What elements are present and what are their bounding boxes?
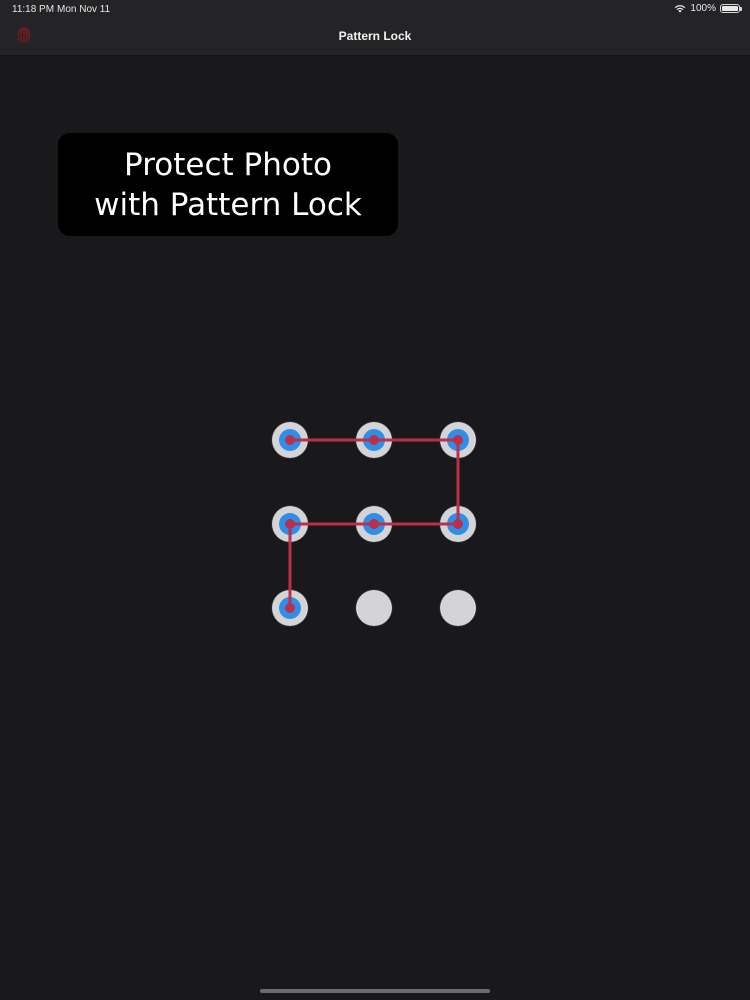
status-date: Mon Nov 11 [57, 4, 111, 15]
battery-level-fill [722, 6, 738, 11]
pattern-path [288, 438, 460, 610]
pattern-grid[interactable] [255, 405, 495, 645]
banner-line-2: with Pattern Lock [94, 186, 362, 223]
status-time: 11:18 PM [12, 4, 55, 15]
status-bar: 11:18 PM Mon Nov 11 100% [0, 0, 750, 20]
promo-banner: Protect Photo with Pattern Lock [58, 133, 398, 236]
banner-line-1: Protect Photo [124, 146, 332, 183]
battery-icon [720, 4, 742, 13]
navigation-bar: Pattern Lock [0, 20, 750, 56]
home-indicator [260, 989, 490, 993]
pattern-lock-screen: 11:18 PM Mon Nov 11 100% Pattern Lock Pr… [0, 0, 750, 1000]
page-title: Pattern Lock [338, 29, 412, 43]
status-indicators: 100% [674, 3, 742, 14]
battery-percent: 100% [690, 3, 716, 14]
wifi-icon [674, 4, 686, 13]
